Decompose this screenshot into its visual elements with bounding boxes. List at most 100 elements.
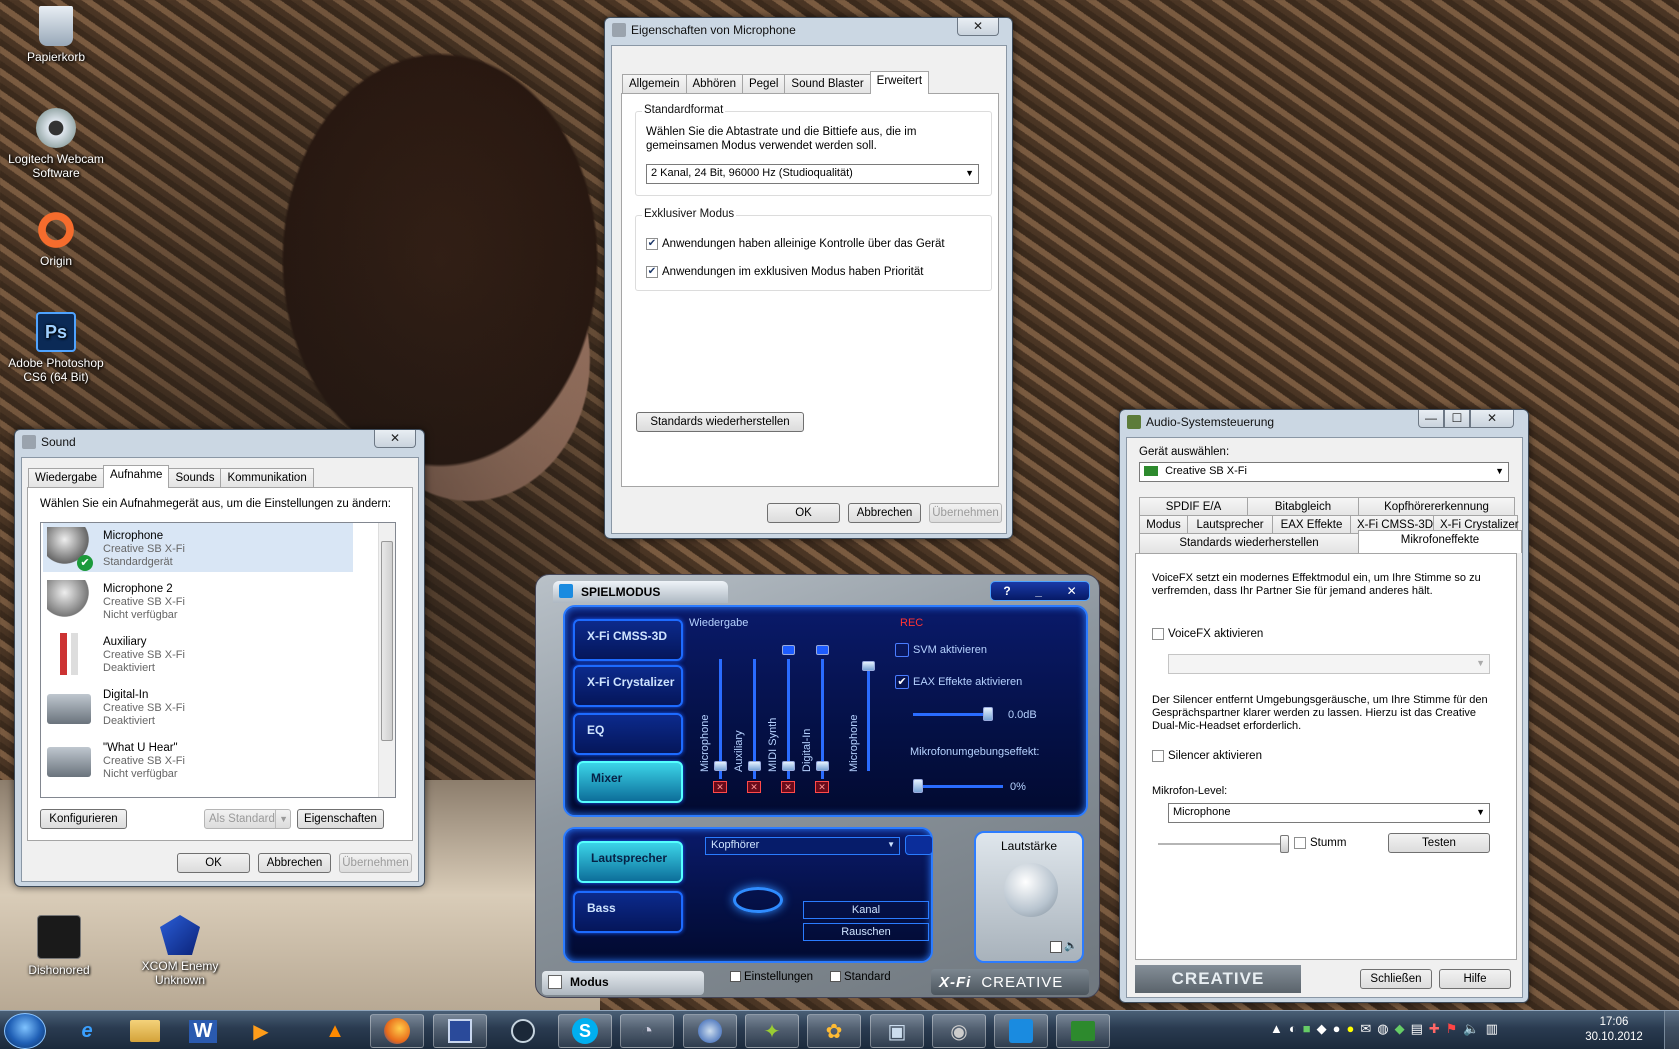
tab-abhoeren[interactable]: Abhören <box>685 74 743 94</box>
tab-pegel[interactable]: Pegel <box>741 74 786 94</box>
list-item[interactable]: Microphone 2 Creative SB X-Fi Nicht verfü… <box>43 576 353 625</box>
desktop-icon-dishonored[interactable]: Dishonored <box>9 915 109 977</box>
title-bar[interactable]: Eigenschaften von Microphone <box>605 18 1012 44</box>
volume-icon[interactable]: 🔈 <box>1463 1021 1479 1037</box>
help-button[interactable]: ? <box>1003 584 1010 598</box>
taskbar-thunderbird-icon[interactable] <box>683 1014 737 1048</box>
configure-button[interactable]: Konfigurieren <box>40 809 127 829</box>
taskbar-speaker-icon[interactable]: ◉ <box>932 1014 986 1048</box>
tab-kopfhoerererkennung[interactable]: Kopfhörererkennung <box>1358 497 1515 517</box>
list-item[interactable]: Auxiliary Creative SB X-Fi Deaktiviert <box>43 629 353 678</box>
taskbar-steam-icon[interactable] <box>496 1014 550 1048</box>
restore-defaults-button[interactable]: Standards wiederherstellen <box>636 412 804 432</box>
tab-eax-effekte[interactable]: EAX Effekte <box>1272 515 1351 535</box>
cancel-button[interactable]: Abbrechen <box>258 853 331 873</box>
tray-icon[interactable]: ● <box>1333 1021 1341 1037</box>
tray-icon[interactable]: ✉ <box>1360 1021 1371 1037</box>
test-button[interactable]: Testen <box>1388 833 1490 853</box>
mute-icon[interactable]: ✕ <box>815 781 829 793</box>
settings-checkbox[interactable] <box>730 971 741 983</box>
mute-checkbox[interactable]: Stumm <box>1294 837 1346 849</box>
cancel-button[interactable]: Abbrechen <box>848 503 921 523</box>
taskbar-word-icon[interactable]: W <box>176 1014 230 1048</box>
taskbar-app-green-icon[interactable]: ✦ <box>745 1014 799 1048</box>
mic-level-slider-track[interactable] <box>1158 843 1288 845</box>
exclusive-control-checkbox[interactable]: ✔ Anwendungen haben alleinige Kontrolle ü… <box>646 238 945 250</box>
taskbar-app-yellow-icon[interactable]: ✿ <box>807 1014 861 1048</box>
slider-knob[interactable] <box>748 761 761 771</box>
tab-spdif[interactable]: SPDIF E/A <box>1139 497 1248 517</box>
mode-bar[interactable]: Modus <box>542 971 704 995</box>
tab-allgemein[interactable]: Allgemein <box>622 74 687 94</box>
properties-button[interactable]: Eigenschaften <box>297 809 384 829</box>
bass-button[interactable]: Bass <box>573 891 683 933</box>
tray-icon[interactable]: ● <box>1346 1021 1354 1037</box>
ambient-slider-knob[interactable] <box>913 779 923 793</box>
ok-button[interactable]: OK <box>767 503 840 523</box>
tab-lautsprecher[interactable]: Lautsprecher <box>1187 515 1273 535</box>
tab-sounds[interactable]: Sounds <box>168 468 222 488</box>
speaker-setup-icon[interactable] <box>905 835 933 855</box>
mute-icon[interactable]: ✕ <box>713 781 727 793</box>
tray-icon[interactable]: ◐ <box>1289 1021 1297 1037</box>
slider-knob[interactable] <box>816 761 829 771</box>
taskbar-audio-control-icon[interactable] <box>1056 1014 1110 1048</box>
maximize-button[interactable]: ☐ <box>1444 410 1470 428</box>
slider-knob[interactable] <box>782 761 795 771</box>
tab-wiedergabe[interactable]: Wiedergabe <box>28 468 105 488</box>
list-item[interactable]: Digital-In Creative SB X-Fi Deaktiviert <box>43 682 353 731</box>
taskbar-audio-app-icon[interactable]: ◔ <box>620 1014 674 1048</box>
taskbar-ie-icon[interactable]: e <box>60 1014 114 1048</box>
desktop-icon-logitech[interactable]: Logitech Webcam Software <box>6 108 106 180</box>
apply-button[interactable]: Übernehmen <box>929 503 1002 523</box>
digital-top-toggle-icon[interactable] <box>816 645 829 655</box>
close-button[interactable]: ✕ <box>374 430 416 448</box>
tab-sound-blaster[interactable]: Sound Blaster <box>784 74 871 94</box>
mode-crystalizer-button[interactable]: X-Fi Crystalizer <box>573 665 683 707</box>
exclusive-priority-checkbox[interactable]: ✔ Anwendungen im exklusiven Modus haben P… <box>646 266 923 278</box>
slider-knob[interactable] <box>714 761 727 771</box>
tray-icon[interactable]: ◆ <box>1317 1021 1327 1037</box>
ambient-slider-track[interactable] <box>913 785 1003 788</box>
tab-bitabgleich[interactable]: Bitabgleich <box>1247 497 1359 517</box>
title-bar[interactable]: Sound <box>15 430 424 456</box>
taskbar-media-player-icon[interactable]: ▶ <box>234 1014 288 1048</box>
eax-slider-knob[interactable] <box>983 707 993 721</box>
ok-button[interactable]: OK <box>177 853 250 873</box>
tray-icon[interactable]: ⚑ <box>1446 1021 1458 1037</box>
standard-checkbox[interactable] <box>830 971 841 983</box>
mute-icon[interactable]: ✕ <box>781 781 795 793</box>
desktop-icon-recycle-bin[interactable]: Papierkorb <box>6 6 106 64</box>
svm-checkbox[interactable] <box>895 643 909 657</box>
minimize-button[interactable]: — <box>1418 410 1444 428</box>
start-button[interactable] <box>4 1013 46 1049</box>
tab-erweitert[interactable]: Erweitert <box>869 71 930 94</box>
tab-kommunikation[interactable]: Kommunikation <box>220 468 314 488</box>
show-desktop-button[interactable] <box>1664 1011 1679 1049</box>
silencer-checkbox[interactable]: Silencer aktivieren <box>1152 750 1262 762</box>
mic-level-select[interactable]: Microphone ▼ <box>1168 803 1490 823</box>
tab-standards[interactable]: Standards wiederherstellen <box>1139 533 1359 553</box>
taskbar-save-icon[interactable] <box>433 1014 487 1048</box>
close-button[interactable]: Schließen <box>1360 969 1432 989</box>
tray-arrow-icon[interactable]: ▲ <box>1270 1021 1283 1037</box>
list-item[interactable]: ✔ Microphone Creative SB X-Fi Standardger… <box>43 523 353 572</box>
midi-top-toggle-icon[interactable] <box>782 645 795 655</box>
desktop-icon-photoshop[interactable]: Ps Adobe Photoshop CS6 (64 Bit) <box>6 312 106 384</box>
tab-mikrofoneffekte[interactable]: Mikrofoneffekte <box>1358 530 1522 553</box>
clock[interactable]: 17:06 30.10.2012 <box>1580 1015 1648 1045</box>
close-button[interactable]: ✕ <box>1067 584 1077 598</box>
taskbar-firefox-icon[interactable] <box>370 1014 424 1048</box>
headphone-select[interactable]: Kopfhörer ▼ <box>705 837 900 855</box>
scrollbar[interactable] <box>378 523 395 797</box>
voicefx-select[interactable]: ▼ <box>1168 654 1490 674</box>
format-select[interactable]: 2 Kanal, 24 Bit, 96000 Hz (Studioqualitä… <box>646 164 979 184</box>
tab-aufnahme[interactable]: Aufnahme <box>103 465 170 488</box>
close-button[interactable]: ✕ <box>957 18 999 36</box>
help-button[interactable]: Hilfe <box>1439 969 1511 989</box>
noise-button[interactable]: Rauschen <box>803 923 929 941</box>
mic-level-slider-knob[interactable] <box>1280 835 1289 853</box>
tray-icon[interactable]: ■ <box>1303 1021 1311 1037</box>
tray-icon[interactable]: ▤ <box>1411 1021 1423 1037</box>
rec-slider-track[interactable] <box>867 661 870 771</box>
